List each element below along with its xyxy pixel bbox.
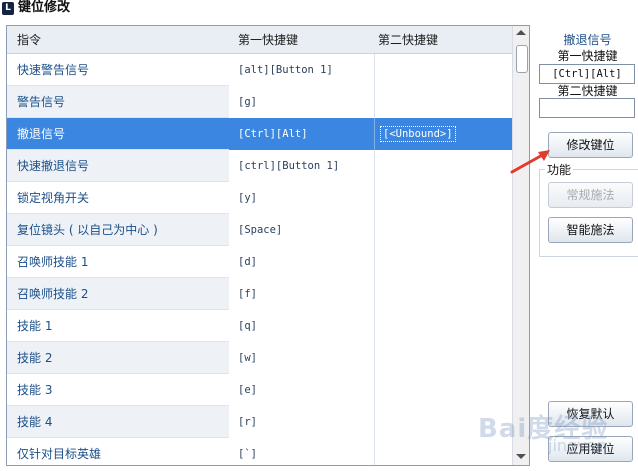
column-header-command: 指令 — [17, 33, 42, 47]
secondary-key-cell[interactable] — [374, 214, 512, 246]
primary-key-cell[interactable]: [w] — [229, 342, 374, 374]
primary-key-cell[interactable]: [Ctrl][Alt] — [229, 118, 374, 150]
app-icon: L — [2, 2, 14, 15]
command-cell: 警告信号 — [17, 95, 66, 109]
window-title: 键位修改 — [18, 0, 71, 15]
table-row[interactable]: 技能 2 [w] — [7, 342, 512, 374]
scroll-down-arrow-icon[interactable] — [516, 454, 526, 459]
table-row[interactable]: 仅针对目标英雄 [`] — [7, 438, 512, 465]
table-row[interactable]: 快速撤退信号 [ctrl][Button 1] — [7, 150, 512, 182]
secondary-key-cell[interactable] — [374, 310, 512, 342]
secondary-key-cell[interactable] — [374, 278, 512, 310]
secondary-key-value: [<Unbound>] — [380, 126, 456, 142]
restore-default-button[interactable]: 恢复默认 — [548, 401, 633, 427]
scrollbar-thumb[interactable] — [516, 45, 528, 73]
command-cell: 仅针对目标英雄 — [17, 447, 102, 461]
secondary-key-cell[interactable] — [374, 438, 512, 465]
table-row[interactable]: 复位镜头 ( 以自己为中心 ) [Space] — [7, 214, 512, 246]
command-cell: 技能 3 — [17, 383, 53, 397]
command-cell: 召唤师技能 2 — [17, 287, 89, 301]
command-cell: 快速撤退信号 — [17, 159, 90, 173]
primary-key-label: 第一快捷键 — [557, 49, 618, 63]
table-row[interactable]: 警告信号 [g] — [7, 86, 512, 118]
command-cell: 技能 2 — [17, 351, 53, 365]
table-row[interactable]: 技能 3 [e] — [7, 374, 512, 406]
secondary-key-label: 第二快捷键 — [557, 84, 618, 98]
command-cell: 召唤师技能 1 — [17, 255, 89, 269]
secondary-key-cell[interactable] — [374, 150, 512, 182]
secondary-key-cell[interactable] — [374, 86, 512, 118]
table-row[interactable]: 召唤师技能 1 [d] — [7, 246, 512, 278]
primary-key-cell[interactable]: [q] — [229, 310, 374, 342]
column-header-primary-key: 第一快捷键 — [238, 33, 299, 47]
key-edit-panel: 撤退信号 第一快捷键 [Ctrl][Alt] 第二快捷键 修改键位 功能 常规施… — [537, 25, 638, 471]
vertical-scrollbar[interactable] — [512, 26, 529, 465]
primary-key-cell[interactable]: [y] — [229, 182, 374, 214]
primary-key-cell[interactable]: [`] — [229, 438, 374, 465]
primary-key-cell[interactable]: [g] — [229, 86, 374, 118]
modify-key-button[interactable]: 修改键位 — [548, 132, 633, 158]
command-cell: 技能 1 — [17, 319, 53, 333]
secondary-key-cell[interactable] — [374, 182, 512, 214]
table-row[interactable]: 锁定视角开关 [y] — [7, 182, 512, 214]
primary-key-cell[interactable]: [alt][Button 1] — [229, 54, 374, 86]
apply-keys-button[interactable]: 应用键位 — [548, 436, 633, 462]
smart-cast-button[interactable]: 智能施法 — [548, 217, 633, 243]
table-row[interactable]: 召唤师技能 2 [f] — [7, 278, 512, 310]
table-header: 指令 第一快捷键 第二快捷键 — [7, 26, 512, 54]
secondary-key-cell[interactable]: [<Unbound>] — [374, 118, 512, 150]
selected-command-label: 撤退信号 — [563, 33, 612, 47]
command-cell: 技能 4 — [17, 415, 53, 429]
annotation-arrow-icon — [510, 150, 550, 174]
command-cell: 快速警告信号 — [17, 63, 90, 77]
secondary-key-cell[interactable] — [374, 374, 512, 406]
title-bar: L 键位修改 — [0, 0, 638, 18]
keybinding-table: 指令 第一快捷键 第二快捷键 快速警告信号 [alt][Button 1] 警告信号… — [6, 25, 530, 466]
primary-key-cell[interactable]: [f] — [229, 278, 374, 310]
table-row[interactable]: 技能 1 [q] — [7, 310, 512, 342]
command-cell: 复位镜头 ( 以自己为中心 ) — [17, 223, 158, 237]
command-cell: 撤退信号 — [17, 127, 66, 141]
primary-key-cell[interactable]: [Space] — [229, 214, 374, 246]
secondary-key-cell[interactable] — [374, 406, 512, 438]
primary-key-cell[interactable]: [r] — [229, 406, 374, 438]
table-row-selected[interactable]: 撤退信号 [Ctrl][Alt] [<Unbound>] — [7, 118, 512, 150]
table-row[interactable]: 技能 4 [r] — [7, 406, 512, 438]
secondary-key-cell[interactable] — [374, 54, 512, 86]
secondary-key-cell[interactable] — [374, 246, 512, 278]
table-body: 快速警告信号 [alt][Button 1] 警告信号 [g] 撤退信号 [Ctrl][A… — [7, 54, 512, 465]
column-header-secondary-key: 第二快捷键 — [378, 33, 439, 47]
primary-key-field[interactable]: [Ctrl][Alt] — [539, 64, 635, 84]
secondary-key-field[interactable] — [539, 98, 635, 118]
normal-cast-button[interactable]: 常规施法 — [548, 182, 633, 208]
scroll-up-arrow-icon[interactable] — [516, 30, 526, 35]
primary-key-cell[interactable]: [ctrl][Button 1] — [229, 150, 374, 182]
primary-key-cell[interactable]: [e] — [229, 374, 374, 406]
table-row[interactable]: 快速警告信号 [alt][Button 1] — [7, 54, 512, 86]
command-cell: 锁定视角开关 — [17, 191, 90, 205]
secondary-key-cell[interactable] — [374, 342, 512, 374]
primary-key-cell[interactable]: [d] — [229, 246, 374, 278]
